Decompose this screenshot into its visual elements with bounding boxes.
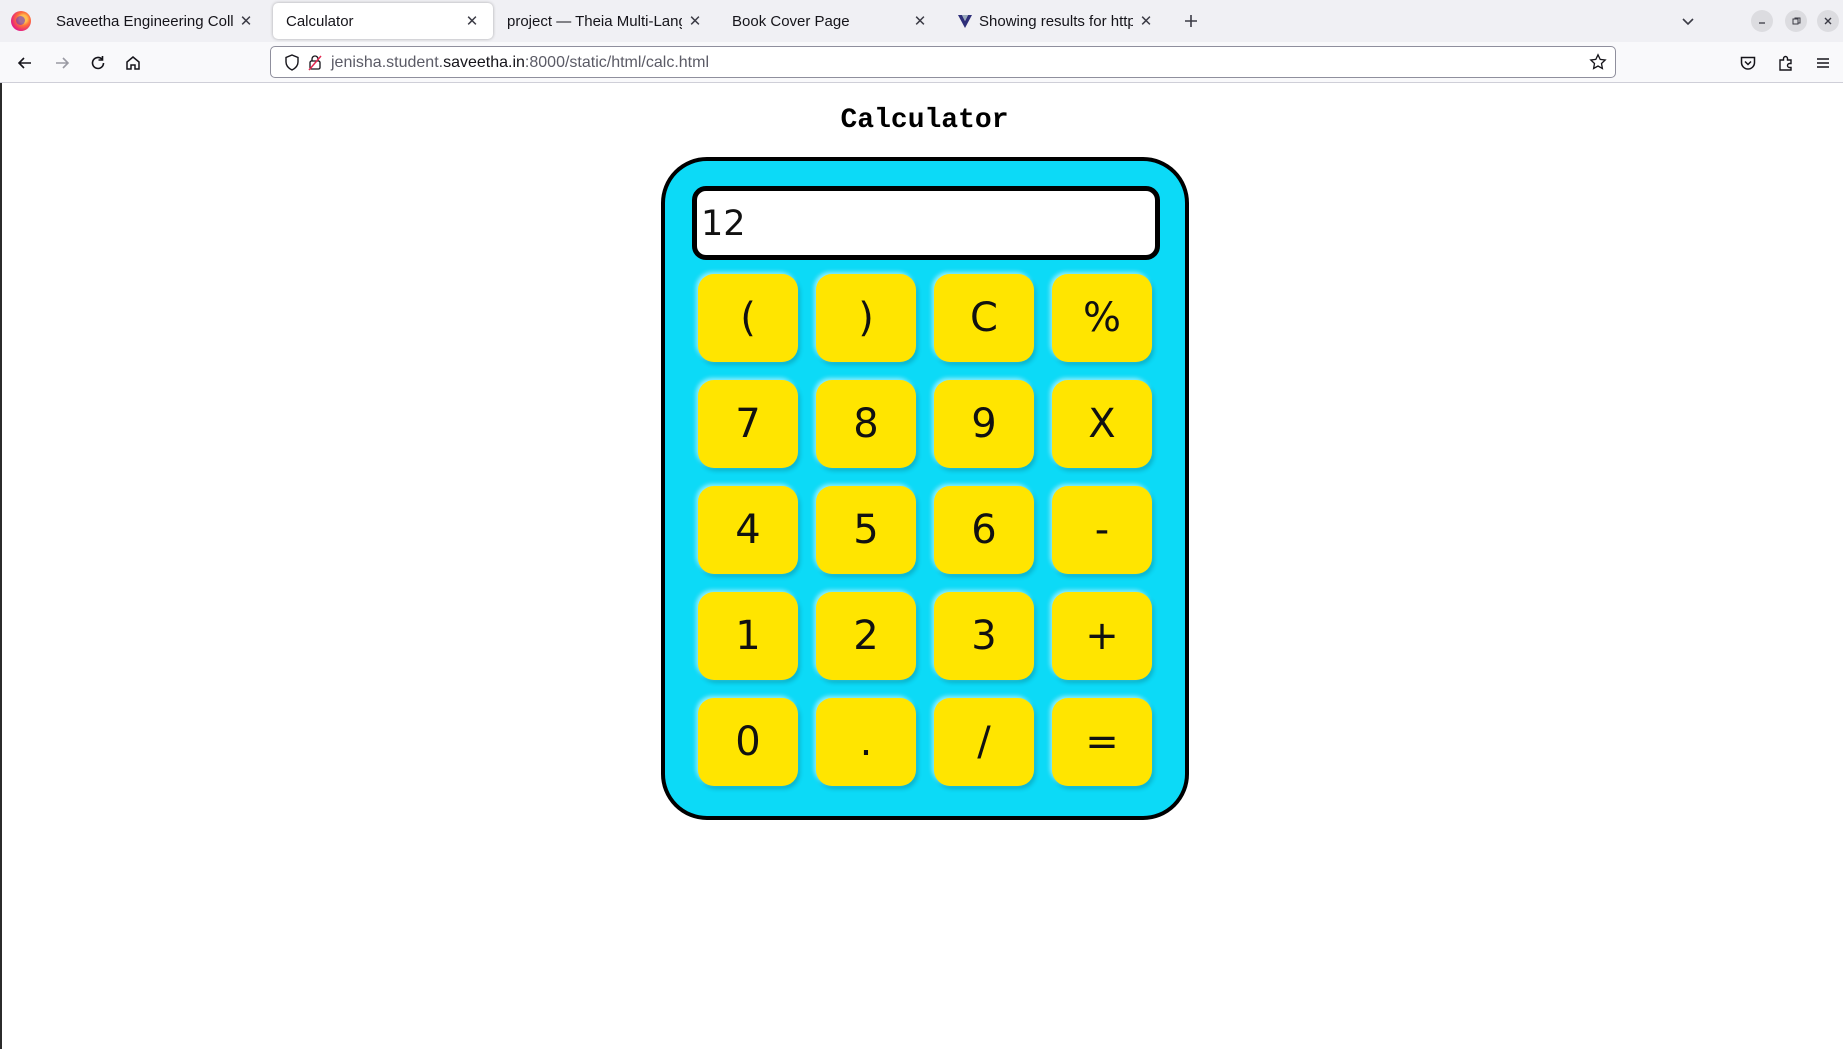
calculator-body: 12 ( ) C % 7 8 9 X 4 5 6 - 1 2 3 + 0 . /…	[661, 157, 1189, 820]
tab-calculator[interactable]: Calculator ✕	[273, 3, 493, 39]
extensions-icon[interactable]	[1774, 51, 1798, 75]
tab-title: Showing results for http	[979, 12, 1133, 30]
key-8[interactable]: 8	[816, 380, 916, 468]
key-multiply[interactable]: X	[1052, 380, 1152, 468]
key-clear[interactable]: C	[934, 274, 1034, 362]
tab-title: project — Theia Multi-Langu	[507, 12, 682, 30]
tab-close-icon[interactable]: ✕	[911, 12, 929, 30]
key-open-paren[interactable]: (	[698, 274, 798, 362]
key-6[interactable]: 6	[934, 486, 1034, 574]
url-prefix: jenisha.student.	[331, 54, 444, 71]
tab-title: Saveetha Engineering Colleg	[56, 12, 233, 30]
tab-title: Book Cover Page	[732, 12, 850, 30]
key-7[interactable]: 7	[698, 380, 798, 468]
bookmark-star-icon[interactable]	[1589, 53, 1607, 76]
reload-icon[interactable]	[86, 51, 110, 75]
key-4[interactable]: 4	[698, 486, 798, 574]
key-9[interactable]: 9	[934, 380, 1034, 468]
url-bar[interactable]: jenisha.student.saveetha.in:8000/static/…	[270, 46, 1616, 78]
key-percent[interactable]: %	[1052, 274, 1152, 362]
navigation-toolbar: jenisha.student.saveetha.in:8000/static/…	[0, 42, 1843, 83]
forward-icon[interactable]	[50, 51, 74, 75]
minimize-icon[interactable]	[1751, 10, 1773, 32]
menu-icon[interactable]	[1811, 51, 1835, 75]
close-window-icon[interactable]	[1817, 10, 1839, 32]
url-text[interactable]: jenisha.student.saveetha.in:8000/static/…	[331, 54, 709, 72]
tab-saveetha[interactable]: Saveetha Engineering Colleg ✕	[43, 0, 267, 42]
key-close-paren[interactable]: )	[816, 274, 916, 362]
page-title: Calculator	[840, 105, 1009, 136]
pocket-icon[interactable]	[1736, 51, 1760, 75]
tab-strip: Saveetha Engineering Colleg ✕ Calculator…	[0, 0, 1843, 42]
tab-close-icon[interactable]: ✕	[686, 12, 704, 30]
insecure-lock-icon[interactable]	[307, 54, 323, 76]
calculator-display[interactable]: 12	[692, 186, 1160, 260]
tab-search-results[interactable]: Showing results for http ✕	[945, 0, 1167, 42]
keypad: ( ) C % 7 8 9 X 4 5 6 - 1 2 3 + 0 . / =	[698, 274, 1152, 786]
key-0[interactable]: 0	[698, 698, 798, 786]
tab-theia[interactable]: project — Theia Multi-Langu ✕	[494, 0, 716, 42]
key-divide[interactable]: /	[934, 698, 1034, 786]
window-edge	[0, 83, 2, 1049]
home-icon[interactable]	[121, 51, 145, 75]
key-5[interactable]: 5	[816, 486, 916, 574]
tab-list-icon[interactable]	[1677, 10, 1699, 32]
restore-icon[interactable]	[1785, 10, 1807, 32]
key-2[interactable]: 2	[816, 592, 916, 680]
tab-book-cover[interactable]: Book Cover Page ✕	[719, 0, 941, 42]
new-tab-icon[interactable]	[1180, 10, 1202, 32]
back-icon[interactable]	[13, 51, 37, 75]
key-1[interactable]: 1	[698, 592, 798, 680]
key-equals[interactable]: =	[1052, 698, 1152, 786]
url-suffix: :8000/static/html/calc.html	[524, 54, 709, 71]
key-subtract[interactable]: -	[1052, 486, 1152, 574]
firefox-logo-icon[interactable]	[11, 11, 31, 31]
theia-favicon-icon	[957, 13, 973, 29]
key-3[interactable]: 3	[934, 592, 1034, 680]
shield-icon[interactable]	[284, 54, 300, 76]
key-decimal[interactable]: .	[816, 698, 916, 786]
url-domain: saveetha.in	[443, 54, 525, 71]
tab-close-icon[interactable]: ✕	[237, 12, 255, 30]
key-add[interactable]: +	[1052, 592, 1152, 680]
tab-title: Calculator	[286, 12, 354, 30]
tab-close-icon[interactable]: ✕	[463, 12, 481, 30]
tab-close-icon[interactable]: ✕	[1137, 12, 1155, 30]
